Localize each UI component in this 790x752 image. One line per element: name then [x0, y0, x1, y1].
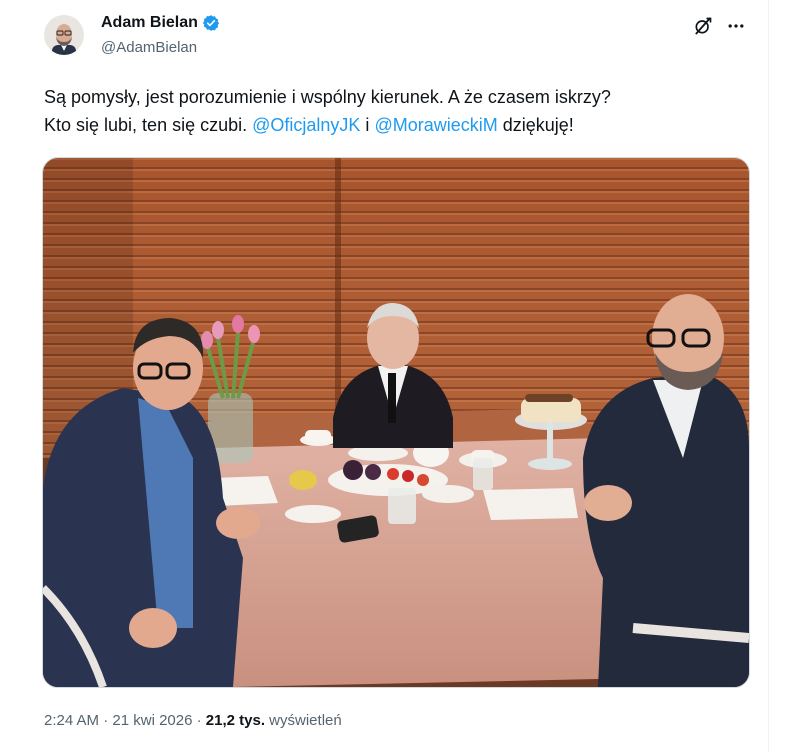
author-row: Adam Bielan: [101, 14, 220, 32]
avatar-image: [44, 15, 84, 55]
meta-separator: ·: [192, 712, 206, 729]
views-count: 21,2 tys.: [205, 712, 266, 729]
author-name[interactable]: Adam Bielan: [101, 14, 198, 32]
tweet-text-connector: i: [360, 115, 375, 135]
tweet-text: Są pomysły, jest porozumienie i wspólny …: [44, 83, 754, 139]
tweet-card: Adam Bielan @AdamBielan Są pomysły, jest…: [0, 0, 769, 752]
meta-separator: ·: [99, 712, 113, 729]
more-icon[interactable]: [726, 16, 746, 36]
tweet-text-line1: Są pomysły, jest porozumienie i wspólny …: [44, 87, 611, 107]
grok-icon[interactable]: [693, 16, 713, 36]
mention-oficjalnyjk[interactable]: @OficjalnyJK: [252, 115, 360, 135]
mention-morawieckim[interactable]: @MorawieckiM: [374, 115, 497, 135]
tweet-text-suffix: dziękuję!: [497, 115, 574, 135]
tweet-text-prefix: Kto się lubi, ten się czubi.: [44, 115, 253, 135]
verified-badge-icon: [202, 15, 220, 31]
tweet-photo[interactable]: [42, 157, 750, 688]
author-handle[interactable]: @AdamBielan: [101, 39, 197, 56]
avatar[interactable]: [44, 15, 84, 55]
photo-image: [43, 158, 749, 687]
tweet-date[interactable]: 21 kwi 2026: [112, 712, 192, 729]
views-label: wyświetleń: [265, 712, 342, 729]
tweet-time[interactable]: 2:24 AM: [44, 712, 99, 729]
tweet-meta: 2:24 AM · 21 kwi 2026 · 21,2 tys. wyświe…: [44, 712, 342, 729]
